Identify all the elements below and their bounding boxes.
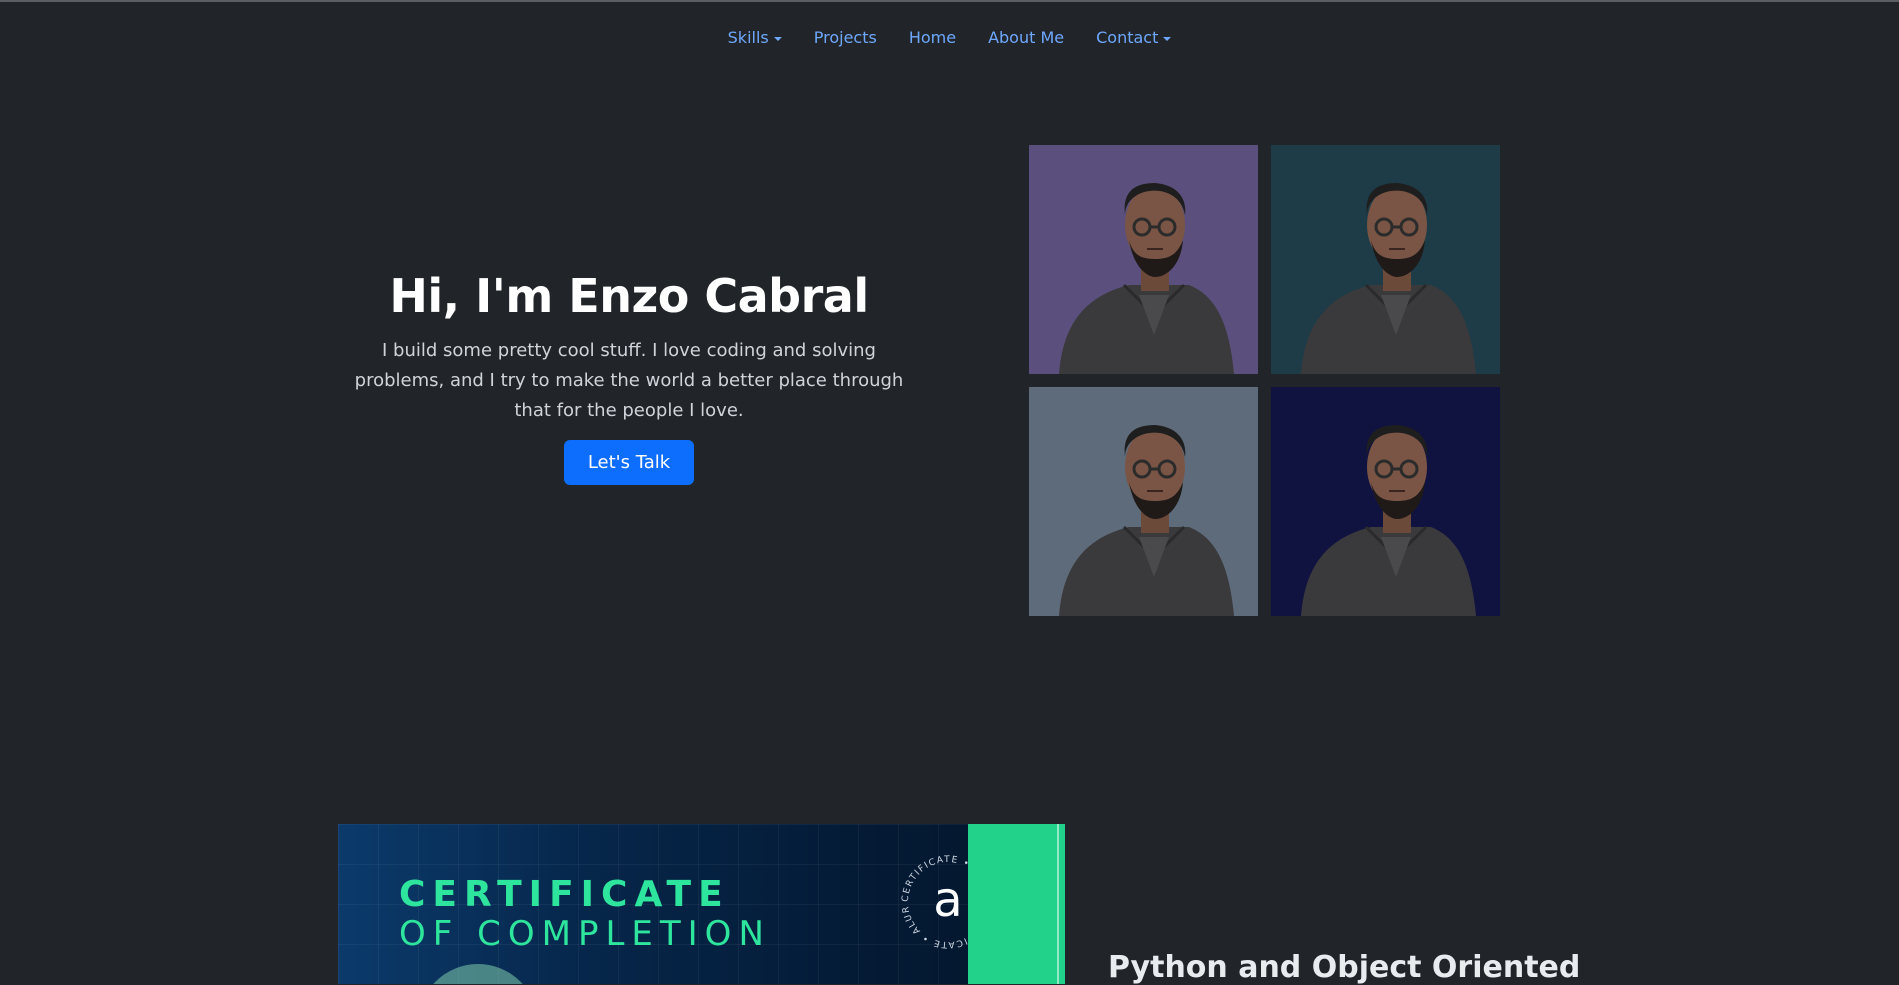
certificate-image: CERTIFICATE OF COMPLETION CERTIFICATE • … [338,824,1065,984]
hero-title: Hi, I'm Enzo Cabral [389,269,869,323]
certificate-title: CERTIFICATE [399,874,730,915]
certificate-stripe [1057,824,1059,984]
nav-contact[interactable]: Contact [1080,22,1187,53]
main-nav: Skills Projects Home About Me Contact [0,22,1899,53]
project-title: Python and Object Oriented [1108,950,1581,985]
avatar-image [1029,145,1258,374]
avatar-grid [1029,145,1500,617]
avatar-illustration [1271,387,1500,616]
nav-home[interactable]: Home [893,22,972,53]
avatar-illustration [1029,387,1258,616]
nav-projects[interactable]: Projects [798,22,893,53]
hero-section: Hi, I'm Enzo Cabral I build some pretty … [338,266,920,485]
nav-about[interactable]: About Me [972,22,1080,53]
avatar-illustration [1029,145,1258,374]
window-top-border [0,0,1899,2]
avatar-image [1271,387,1500,616]
nav-skills[interactable]: Skills [712,22,798,53]
chevron-down-icon [1163,36,1172,41]
certificate-green-band [968,824,1065,984]
lets-talk-button[interactable]: Let's Talk [563,440,695,485]
nav-about-label: About Me [988,28,1065,47]
hero-subtitle: I build some pretty cool stuff. I love c… [354,340,904,421]
nav-contact-label: Contact [1096,28,1159,47]
seal-letter: a [933,872,962,928]
avatar-image [1029,387,1258,616]
avatar-illustration [1271,145,1500,374]
avatar-image [1271,145,1500,374]
nav-skills-label: Skills [727,28,769,47]
nav-home-label: Home [908,28,957,47]
certificate-subtitle: OF COMPLETION [399,914,771,954]
nav-projects-label: Projects [813,28,877,47]
chevron-down-icon [773,36,782,41]
